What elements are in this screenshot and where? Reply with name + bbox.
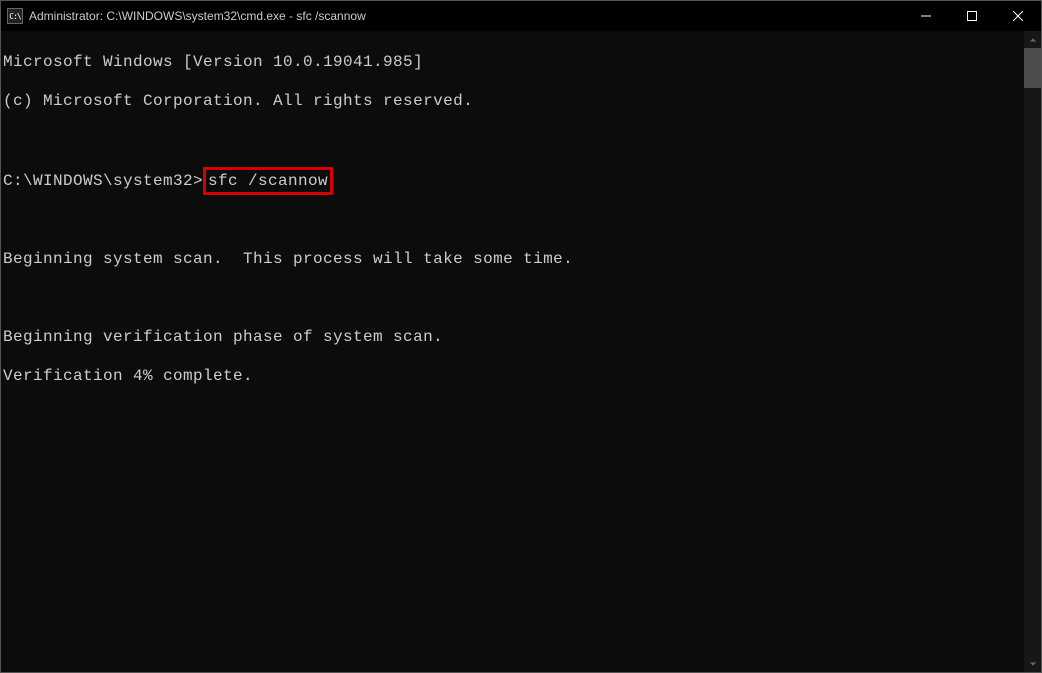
terminal-line: Microsoft Windows [Version 10.0.19041.98… bbox=[3, 53, 1022, 73]
maximize-button[interactable] bbox=[949, 1, 995, 31]
terminal-blank bbox=[3, 131, 1022, 151]
prompt-path: C:\WINDOWS\system32> bbox=[3, 172, 203, 192]
terminal-line: Beginning verification phase of system s… bbox=[3, 328, 1022, 348]
minimize-button[interactable] bbox=[903, 1, 949, 31]
content-area: Microsoft Windows [Version 10.0.19041.98… bbox=[1, 31, 1041, 672]
terminal-output[interactable]: Microsoft Windows [Version 10.0.19041.98… bbox=[1, 31, 1024, 672]
vertical-scrollbar[interactable] bbox=[1024, 31, 1041, 672]
scroll-thumb[interactable] bbox=[1024, 48, 1041, 88]
terminal-blank bbox=[3, 211, 1022, 231]
terminal-blank bbox=[3, 289, 1022, 309]
terminal-line: Beginning system scan. This process will… bbox=[3, 250, 1022, 270]
terminal-prompt-line: C:\WINDOWS\system32>sfc /scannow bbox=[3, 170, 1022, 192]
terminal-line: Verification 4% complete. bbox=[3, 367, 1022, 387]
window-controls bbox=[903, 1, 1041, 31]
close-button[interactable] bbox=[995, 1, 1041, 31]
cmd-icon: C:\ bbox=[7, 8, 23, 24]
scroll-up-arrow-icon[interactable] bbox=[1024, 31, 1041, 48]
window-titlebar: C:\ Administrator: C:\WINDOWS\system32\c… bbox=[1, 1, 1041, 31]
command-highlight: sfc /scannow bbox=[203, 167, 333, 195]
scroll-track[interactable] bbox=[1024, 88, 1041, 655]
scroll-down-arrow-icon[interactable] bbox=[1024, 655, 1041, 672]
window-title: Administrator: C:\WINDOWS\system32\cmd.e… bbox=[29, 9, 903, 23]
terminal-line: (c) Microsoft Corporation. All rights re… bbox=[3, 92, 1022, 112]
